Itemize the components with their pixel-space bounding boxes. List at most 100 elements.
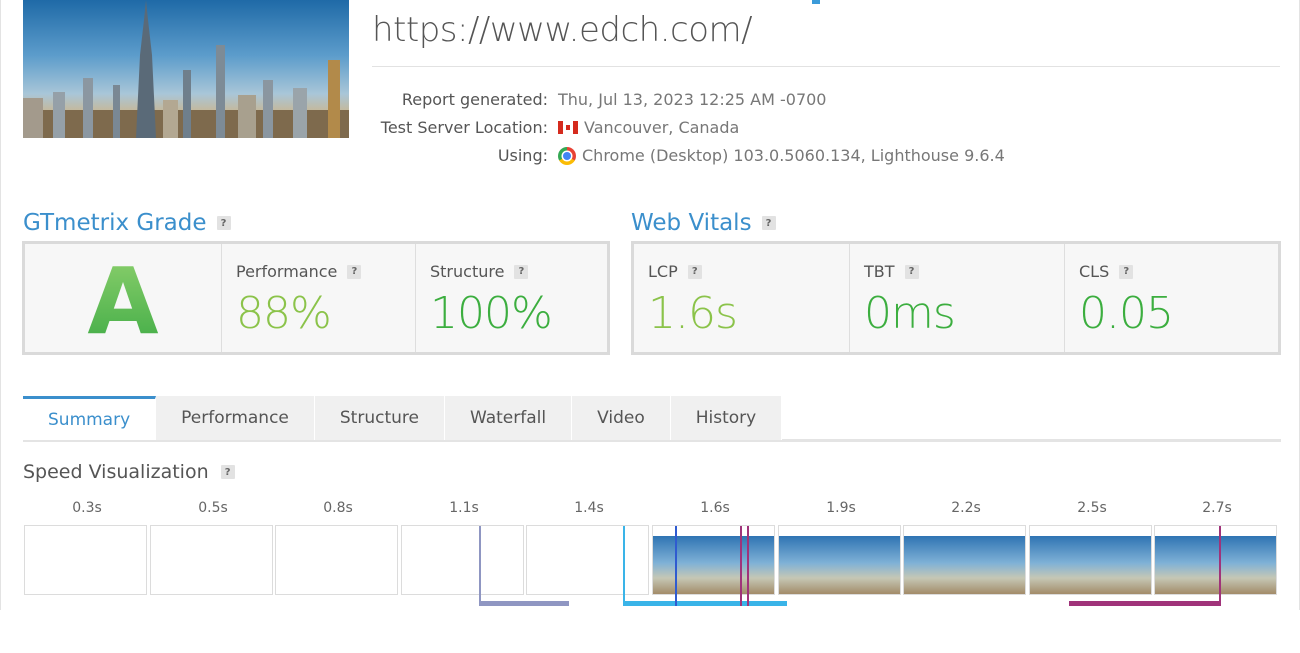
frame-time: 2.2s xyxy=(951,500,981,516)
speed-visualization-title: Speed Visualization xyxy=(23,461,209,483)
grade-letter: A xyxy=(25,248,221,355)
frame-rendered-screenshot xyxy=(653,536,774,594)
ttfb-marker xyxy=(479,526,481,606)
help-icon[interactable]: ? xyxy=(347,264,362,279)
structure-label-wrap: Structure ? xyxy=(430,262,529,281)
test-location-value: Vancouver, Canada xyxy=(584,118,740,137)
using-label: Using: xyxy=(497,146,548,165)
tab-waterfall[interactable]: Waterfall xyxy=(444,396,573,440)
test-location-value-wrap: Vancouver, Canada xyxy=(558,118,739,137)
performance-score: 88% xyxy=(236,288,332,339)
cls-label-wrap: CLS ? xyxy=(1079,262,1134,281)
frame-time: 2.7s xyxy=(1202,500,1232,516)
help-icon[interactable]: ? xyxy=(216,216,231,230)
frame-time: 0.5s xyxy=(198,500,228,516)
lcp-cell: LCP ? 1.6s xyxy=(634,244,849,352)
frame-time: 1.4s xyxy=(574,500,604,516)
filmstrip-frame[interactable] xyxy=(652,525,775,595)
frame-time: 0.3s xyxy=(72,500,102,516)
frame-page-header xyxy=(904,526,1025,536)
onload-marker xyxy=(740,526,742,606)
frame-page-header xyxy=(653,526,774,536)
tti-marker xyxy=(1219,526,1221,606)
gtmetrix-grade-heading: GTmetrix Grade ? xyxy=(23,210,231,236)
frame-time: 1.1s xyxy=(449,500,479,516)
tab-video[interactable]: Video xyxy=(572,396,671,440)
tab-structure[interactable]: Structure xyxy=(314,396,445,440)
chrome-icon xyxy=(558,146,576,165)
performance-cell: Performance ? 88% xyxy=(221,244,415,352)
structure-cell: Structure ? 100% xyxy=(415,244,607,352)
speed-visualization-heading: Speed Visualization ? xyxy=(23,461,235,483)
filmstrip-frame[interactable] xyxy=(275,525,398,595)
web-vitals-heading: Web Vitals ? xyxy=(631,210,776,236)
structure-label: Structure xyxy=(430,262,505,281)
using-row: Using: Chrome (Desktop) 103.0.5060.134, … xyxy=(300,146,1200,168)
frame-page-header xyxy=(1030,526,1151,536)
tab-history[interactable]: History xyxy=(670,396,783,440)
tbt-label: TBT xyxy=(864,262,895,281)
test-location-label: Test Server Location: xyxy=(380,118,548,137)
filmstrip-frame[interactable] xyxy=(24,525,147,595)
help-icon[interactable]: ? xyxy=(761,216,776,230)
frame-time: 0.8s xyxy=(323,500,353,516)
frame-rendered-screenshot xyxy=(1030,536,1151,594)
help-icon[interactable]: ? xyxy=(1119,264,1134,279)
lcp-label-wrap: LCP ? xyxy=(648,262,702,281)
header-accent xyxy=(812,0,820,4)
web-vitals-title: Web Vitals xyxy=(631,210,752,236)
report-generated-label: Report generated: xyxy=(401,90,548,109)
help-icon[interactable]: ? xyxy=(687,264,702,279)
frame-rendered-screenshot xyxy=(1155,536,1276,594)
filmstrip-frame[interactable] xyxy=(150,525,273,595)
frame-time: 1.6s xyxy=(700,500,730,516)
lcp-label: LCP xyxy=(648,262,678,281)
fcp-marker-bar xyxy=(623,601,787,606)
canada-flag-icon xyxy=(558,121,578,134)
gtmetrix-grade-title: GTmetrix Grade xyxy=(23,210,207,236)
report-generated-row: Report generated: Thu, Jul 13, 2023 12:2… xyxy=(300,90,1200,112)
cls-label: CLS xyxy=(1079,262,1110,281)
frame-time: 2.5s xyxy=(1077,500,1107,516)
tab-summary[interactable]: Summary xyxy=(23,396,157,440)
tbt-value: 0ms xyxy=(864,288,956,339)
help-icon[interactable]: ? xyxy=(220,465,235,479)
filmstrip: 0.3s 0.5s 0.8s 1.1s 1.4s 1.6s 1.9s 2.2s 2.5s 2.7s xyxy=(24,500,1280,606)
filmstrip-frame[interactable] xyxy=(903,525,1026,595)
using-value: Chrome (Desktop) 103.0.5060.134, Lightho… xyxy=(582,146,1005,165)
help-icon[interactable]: ? xyxy=(904,264,919,279)
cls-cell: CLS ? 0.05 xyxy=(1064,244,1278,352)
filmstrip-frame[interactable] xyxy=(401,525,524,595)
grade-cell: A xyxy=(25,244,221,355)
tbt-cell: TBT ? 0ms xyxy=(849,244,1064,352)
filmstrip-frame[interactable] xyxy=(1029,525,1152,595)
cls-value: 0.05 xyxy=(1079,288,1174,339)
frame-rendered-screenshot xyxy=(779,536,900,594)
report-tabs: Summary Performance Structure Waterfall … xyxy=(23,396,1281,442)
tested-url[interactable]: https://www.edch.com/ xyxy=(372,10,753,50)
divider xyxy=(372,66,1280,67)
performance-label-wrap: Performance ? xyxy=(236,262,362,281)
performance-label: Performance xyxy=(236,262,338,281)
tab-performance[interactable]: Performance xyxy=(156,396,315,440)
fcp-marker xyxy=(623,526,625,606)
using-value-wrap: Chrome (Desktop) 103.0.5060.134, Lightho… xyxy=(558,146,1005,165)
lcp-marker xyxy=(675,526,677,606)
gtmetrix-grade-panel: A Performance ? 88% Structure ? 100% xyxy=(22,241,610,355)
tbt-label-wrap: TBT ? xyxy=(864,262,919,281)
report-generated-value: Thu, Jul 13, 2023 12:25 AM -0700 xyxy=(558,90,827,109)
filmstrip-frame[interactable] xyxy=(526,525,649,595)
fully-loaded-marker xyxy=(747,526,749,606)
lcp-value: 1.6s xyxy=(648,288,738,339)
ttfb-marker-bar xyxy=(479,601,569,606)
frame-time: 1.9s xyxy=(826,500,856,516)
web-vitals-panel: LCP ? 1.6s TBT ? 0ms CLS ? 0.05 xyxy=(631,241,1281,355)
help-icon[interactable]: ? xyxy=(514,264,529,279)
structure-score: 100% xyxy=(430,288,553,339)
frame-rendered-screenshot xyxy=(904,536,1025,594)
filmstrip-frame[interactable] xyxy=(778,525,901,595)
frame-page-header xyxy=(1155,526,1276,536)
tti-marker-bar xyxy=(1069,601,1221,606)
filmstrip-frame[interactable] xyxy=(1154,525,1277,595)
test-location-row: Test Server Location: Vancouver, Canada xyxy=(300,118,1200,140)
